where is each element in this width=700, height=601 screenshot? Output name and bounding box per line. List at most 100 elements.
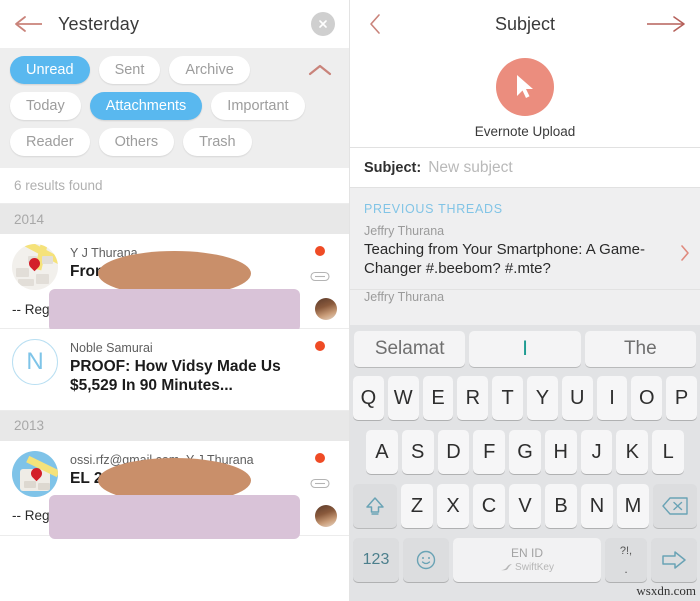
thread-sender: Jeffry Thurana	[364, 224, 445, 238]
subject-input-row[interactable]: Subject: New subject	[350, 148, 700, 188]
key-d[interactable]: D	[437, 430, 470, 474]
filter-chip-trash[interactable]: Trash	[183, 128, 252, 156]
filter-chip-unread[interactable]: Unread	[10, 56, 90, 84]
space-key[interactable]: EN ID SwiftKey	[453, 538, 601, 582]
chevron-left-icon[interactable]	[368, 13, 382, 35]
photo-avatar	[48, 250, 337, 332]
key-x[interactable]: X	[437, 484, 469, 528]
key-m[interactable]: M	[617, 484, 649, 528]
filter-chip-others[interactable]: Others	[98, 128, 175, 156]
key-y[interactable]: Y	[527, 376, 558, 420]
numbers-key[interactable]: 123	[353, 538, 399, 582]
suggestion-bar: Selamat I The	[350, 329, 700, 371]
mail-item-top: N Noble Samurai PROOF: How Vidsy Made Us…	[12, 339, 337, 396]
swiftkey-brand: SwiftKey	[500, 562, 554, 573]
punctuation-key[interactable]: ?!, .	[605, 538, 647, 582]
results-count: 6 results found	[0, 168, 349, 204]
keyboard-row-2: A S D F G H J K L	[350, 425, 700, 479]
paperclip-icon	[310, 269, 330, 282]
key-j[interactable]: J	[580, 430, 613, 474]
attachment-card[interactable]: Evernote Upload	[350, 48, 700, 148]
arrow-right-icon[interactable]	[646, 14, 686, 34]
unread-dot	[315, 341, 325, 351]
key-q[interactable]: Q	[353, 376, 384, 420]
attachment-label: Evernote Upload	[474, 124, 576, 139]
mail-item-indicators	[303, 339, 337, 364]
key-i[interactable]: I	[596, 376, 628, 420]
key-o[interactable]: O	[631, 376, 663, 420]
chevron-up-icon[interactable]	[307, 62, 333, 78]
thread-item[interactable]: Jeffry Thurana Teaching from Your Smartp…	[350, 224, 700, 290]
subject-label: Subject:	[364, 159, 422, 176]
arrow-right-enter-icon[interactable]	[651, 538, 697, 582]
key-z[interactable]: Z	[401, 484, 433, 528]
suggestion-left[interactable]: Selamat	[354, 331, 466, 367]
paperclip-icon	[310, 476, 330, 488]
right-header: Subject	[350, 0, 700, 48]
suggestion-right[interactable]: The	[584, 331, 696, 367]
swiftkey-label: SwiftKey	[515, 561, 554, 573]
previous-threads-header: PREVIOUS THREADS	[364, 202, 503, 216]
mail-preview-row: -- Regards, YJ Thurana http://...	[12, 250, 337, 332]
filter-chip-sent[interactable]: Sent	[98, 56, 161, 84]
mail-item-indicators	[303, 244, 337, 282]
filter-chip-attachments[interactable]: Attachments	[89, 92, 203, 120]
page-title: Yesterday	[58, 13, 140, 34]
suggestion-center[interactable]: I	[469, 331, 581, 367]
year-group-header: 2014	[0, 204, 349, 234]
filter-chip-archive[interactable]: Archive	[169, 56, 250, 84]
key-g[interactable]: G	[509, 430, 541, 474]
key-a[interactable]: A	[365, 430, 398, 474]
map-thumbnail	[12, 244, 58, 290]
key-p[interactable]: P	[666, 376, 697, 420]
key-e[interactable]: E	[422, 376, 454, 420]
mail-list-item[interactable]: Y J Thurana From Novicto -- Regards, YJ …	[0, 234, 349, 332]
app-screen: Yesterday Unread Sent Archive Today Atta…	[0, 0, 700, 601]
key-u[interactable]: U	[561, 376, 593, 420]
mail-list-item[interactable]: N Noble Samurai PROOF: How Vidsy Made Us…	[0, 329, 349, 411]
key-s[interactable]: S	[401, 430, 434, 474]
mail-list-item[interactable]: ossi.rfz@gmail.com, Y J Thurana EL 2 -- …	[0, 440, 349, 539]
filter-chip-important[interactable]: Important	[211, 92, 305, 120]
filter-row-2: Today Attachments Important	[10, 92, 339, 120]
key-t[interactable]: T	[492, 376, 523, 420]
thread-item[interactable]: Jeffry Thurana	[350, 290, 700, 304]
letter-avatar: N	[12, 339, 58, 385]
keyboard-row-1: Q W E R T Y U I O P	[350, 371, 700, 425]
key-k[interactable]: K	[616, 430, 649, 474]
compose-title: Subject	[494, 13, 556, 34]
compose-panel: Subject Evernote Upload Subject: New sub…	[350, 0, 700, 601]
keyboard-row-4: 123 EN ID SwiftKey ?!, .	[350, 533, 700, 587]
close-circle-icon[interactable]	[311, 12, 335, 36]
mail-item-text: Noble Samurai PROOF: How Vidsy Made Us $…	[70, 339, 303, 396]
key-w[interactable]: W	[387, 376, 419, 420]
year-group-header: 2013	[0, 410, 349, 441]
smiley-icon[interactable]	[403, 538, 449, 582]
key-r[interactable]: R	[457, 376, 489, 420]
arrow-left-icon[interactable]	[14, 14, 44, 34]
filter-chip-today[interactable]: Today	[10, 92, 81, 120]
key-c[interactable]: C	[473, 484, 505, 528]
mail-preview-row: -- Regards, YJ Thurana http://...	[12, 457, 337, 539]
mail-item-indicators	[303, 451, 337, 488]
backspace-icon[interactable]	[653, 484, 697, 528]
map-thumbnail-blue	[12, 450, 58, 497]
key-n[interactable]: N	[581, 484, 613, 528]
shift-up-icon[interactable]	[353, 484, 397, 528]
key-l[interactable]: L	[652, 430, 685, 474]
filter-row-1: Unread Sent Archive	[10, 56, 339, 84]
filter-chip-reader[interactable]: Reader	[10, 128, 90, 156]
unread-dot	[315, 246, 325, 256]
key-b[interactable]: B	[545, 484, 577, 528]
chevron-right-icon[interactable]	[680, 244, 690, 262]
keyboard-row-3: Z X C V B N M	[350, 479, 700, 533]
mail-list-panel: Yesterday Unread Sent Archive Today Atta…	[0, 0, 350, 601]
onscreen-keyboard: Selamat I The Q W E R T Y U I O P A S D …	[350, 325, 700, 601]
thread-sender: Jeffry Thurana	[364, 289, 445, 304]
left-header: Yesterday	[0, 0, 349, 48]
swiftkey-logo-icon	[501, 563, 513, 570]
key-h[interactable]: H	[544, 430, 577, 474]
subject-input[interactable]: New subject	[428, 159, 512, 177]
key-v[interactable]: V	[509, 484, 541, 528]
key-f[interactable]: F	[473, 430, 506, 474]
